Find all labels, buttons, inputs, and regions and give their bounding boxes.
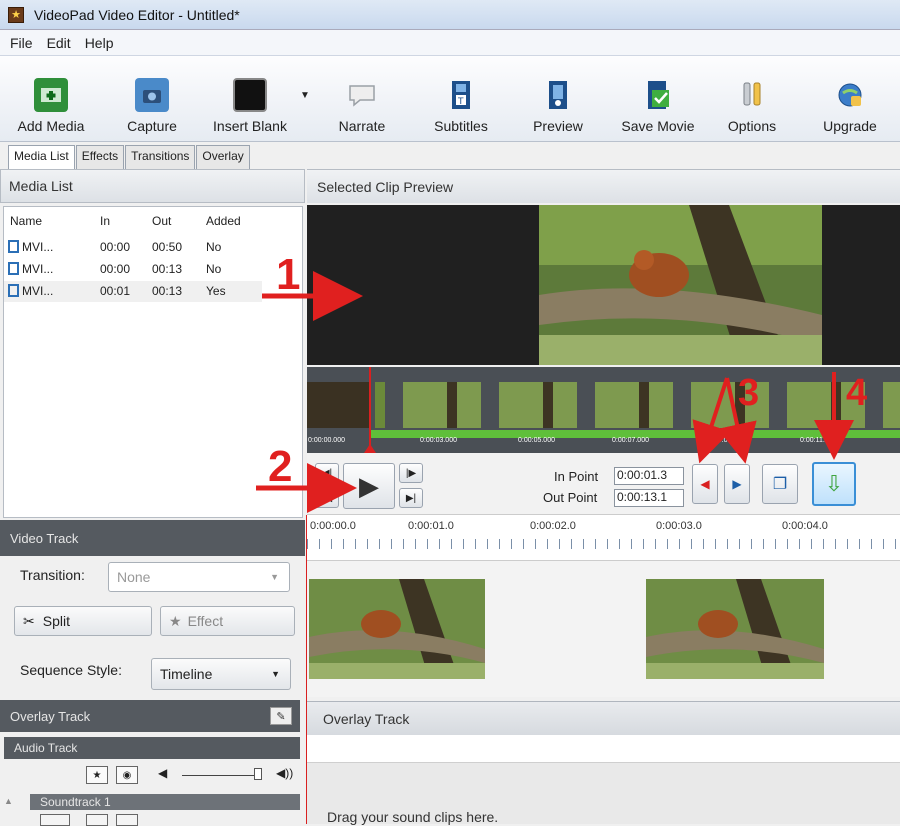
annotation-2: 2 [268,442,293,491]
annotation-overlay [256,271,854,513]
annotation-3: 3 [738,372,760,414]
annotation-1: 1 [276,250,301,299]
annotation-4: 4 [846,372,868,414]
